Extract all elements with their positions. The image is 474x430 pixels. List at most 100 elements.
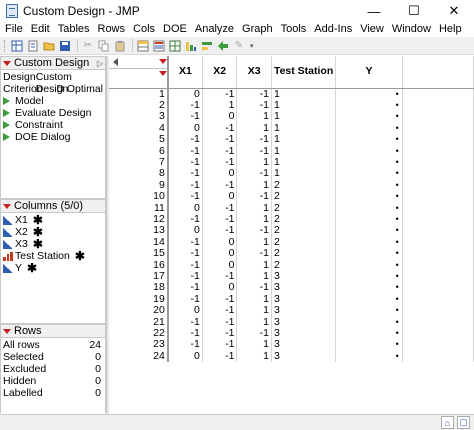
- script-constraint[interactable]: Constraint: [1, 119, 105, 131]
- cell-y[interactable]: •: [335, 179, 403, 192]
- cell-empty[interactable]: [402, 316, 474, 329]
- row-number[interactable]: 16: [109, 259, 169, 271]
- new-table-icon[interactable]: [10, 39, 24, 52]
- column-item-x1[interactable]: X1 ✱: [1, 214, 105, 226]
- cell-x1[interactable]: 0: [167, 88, 203, 100]
- cell-x3[interactable]: 1: [236, 111, 272, 123]
- menu-tools[interactable]: Tools: [277, 22, 311, 37]
- cell-empty[interactable]: [402, 350, 474, 363]
- cell-y[interactable]: •: [335, 328, 403, 340]
- cell-x3[interactable]: 1: [236, 179, 272, 192]
- run-script-icon[interactable]: [3, 133, 10, 141]
- cell-empty[interactable]: [402, 122, 474, 135]
- cell-x1[interactable]: 0: [167, 350, 203, 363]
- column-header-x1[interactable]: X1: [167, 56, 203, 89]
- row-number[interactable]: 17: [109, 271, 169, 283]
- cell-x3[interactable]: 1: [236, 293, 272, 306]
- cell-y[interactable]: •: [335, 282, 403, 294]
- cell-empty[interactable]: [402, 213, 474, 226]
- column-property-asterisk-icon[interactable]: ✱: [33, 238, 43, 250]
- cell-x2[interactable]: 0: [202, 282, 238, 294]
- row-number[interactable]: 15: [109, 248, 169, 260]
- red-triangle-menu-icon[interactable]: [3, 203, 11, 209]
- row-number[interactable]: 7: [109, 156, 169, 169]
- table-row[interactable]: 18 -1 0 -1 3 •: [109, 282, 474, 294]
- annotate-icon[interactable]: ✎: [232, 39, 246, 52]
- row-number[interactable]: 14: [109, 236, 169, 249]
- row-number[interactable]: 8: [109, 168, 169, 180]
- row-number[interactable]: 9: [109, 179, 169, 192]
- menu-window[interactable]: Window: [388, 22, 435, 37]
- cell-x1[interactable]: -1: [167, 191, 203, 203]
- cell-x2[interactable]: 0: [202, 248, 238, 260]
- row-number[interactable]: 18: [109, 282, 169, 294]
- menu-edit[interactable]: Edit: [27, 22, 54, 37]
- fit-y-by-x-icon[interactable]: [200, 39, 214, 52]
- cell-empty[interactable]: [402, 145, 474, 157]
- menu-analyze[interactable]: Analyze: [191, 22, 238, 37]
- cell-test-station[interactable]: 2: [271, 225, 337, 237]
- row-number[interactable]: 5: [109, 134, 169, 146]
- red-triangle-menu-icon[interactable]: [3, 328, 11, 334]
- menu-view[interactable]: View: [356, 22, 388, 37]
- row-number[interactable]: 19: [109, 293, 169, 306]
- row-number[interactable]: 23: [109, 339, 169, 351]
- copy-icon[interactable]: [97, 39, 111, 52]
- grid-icon[interactable]: [168, 39, 182, 52]
- open-icon[interactable]: [42, 39, 56, 52]
- cell-test-station[interactable]: 1: [271, 88, 337, 100]
- window-list-icon[interactable]: ▢: [457, 416, 470, 429]
- cell-empty[interactable]: [402, 111, 474, 123]
- cell-empty[interactable]: [402, 328, 474, 340]
- table-row[interactable]: 11 0 -1 1 2 •: [109, 202, 474, 214]
- column-header-test-station[interactable]: Test Station: [271, 56, 337, 89]
- row-number[interactable]: 10: [109, 191, 169, 203]
- table-row[interactable]: 10 -1 0 -1 2 •: [109, 191, 474, 203]
- cell-test-station[interactable]: 3: [271, 350, 337, 363]
- menu-add-ins[interactable]: Add-Ins: [310, 22, 356, 37]
- table-row[interactable]: 24 0 -1 1 3 •: [109, 350, 474, 363]
- table-row[interactable]: 20 0 -1 1 3 •: [109, 305, 474, 317]
- cell-y[interactable]: •: [335, 350, 403, 363]
- cell-x2[interactable]: -1: [202, 328, 238, 340]
- cell-x2[interactable]: 0: [202, 236, 238, 249]
- cell-x2[interactable]: -1: [202, 339, 238, 351]
- cell-test-station[interactable]: 3: [271, 316, 337, 329]
- cell-empty[interactable]: [402, 236, 474, 249]
- cell-empty[interactable]: [402, 282, 474, 294]
- menu-file[interactable]: File: [0, 22, 27, 37]
- table-row[interactable]: 7 -1 -1 1 1 •: [109, 156, 474, 169]
- table-row[interactable]: 9 -1 -1 1 2 •: [109, 179, 474, 192]
- table-row[interactable]: 8 -1 0 -1 1 •: [109, 168, 474, 180]
- cell-y[interactable]: •: [335, 293, 403, 306]
- cell-x3[interactable]: 1: [236, 122, 272, 135]
- cell-x3[interactable]: -1: [236, 225, 272, 237]
- table-row[interactable]: 13 0 -1 -1 2 •: [109, 225, 474, 237]
- cell-y[interactable]: •: [335, 111, 403, 123]
- cell-empty[interactable]: [402, 88, 474, 100]
- row-number[interactable]: 13: [109, 225, 169, 237]
- cell-x3[interactable]: -1: [236, 248, 272, 260]
- cell-x1[interactable]: -1: [167, 156, 203, 169]
- cell-test-station[interactable]: 1: [271, 168, 337, 180]
- cell-x3[interactable]: -1: [236, 191, 272, 203]
- table-row[interactable]: 12 -1 -1 1 2 •: [109, 213, 474, 226]
- row-number[interactable]: 22: [109, 328, 169, 340]
- cell-x1[interactable]: -1: [167, 213, 203, 226]
- script-model[interactable]: Model: [1, 95, 105, 107]
- expand-arrow-icon[interactable]: ▷: [97, 59, 103, 68]
- toolbar-grip[interactable]: [4, 39, 7, 52]
- menu-graph[interactable]: Graph: [238, 22, 277, 37]
- cell-empty[interactable]: [402, 134, 474, 146]
- menu-help[interactable]: Help: [435, 22, 466, 37]
- row-number[interactable]: 21: [109, 316, 169, 329]
- cell-x1[interactable]: -1: [167, 328, 203, 340]
- cell-y[interactable]: •: [335, 99, 403, 112]
- cell-x1[interactable]: -1: [167, 99, 203, 112]
- cell-x3[interactable]: -1: [236, 145, 272, 157]
- cell-y[interactable]: •: [335, 259, 403, 271]
- cell-x2[interactable]: -1: [202, 271, 238, 283]
- row-number[interactable]: 24: [109, 350, 169, 363]
- table-row[interactable]: 16 -1 0 1 2 •: [109, 259, 474, 271]
- cell-empty[interactable]: [402, 225, 474, 237]
